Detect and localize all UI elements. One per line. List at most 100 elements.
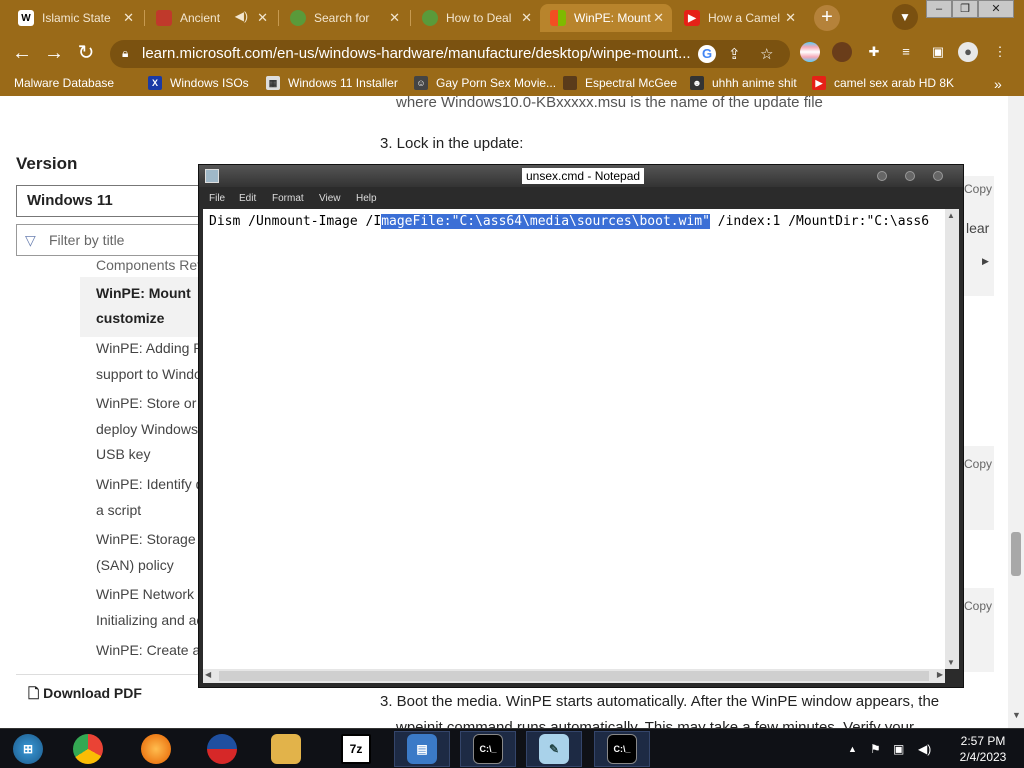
close-window-button[interactable]: ✕ xyxy=(978,0,1014,18)
speaker-icon[interactable]: ◀) xyxy=(235,9,248,23)
scroll-up-icon[interactable]: ▲ xyxy=(947,211,955,220)
scroll-down-icon[interactable]: ▼ xyxy=(1012,710,1021,720)
copy-button[interactable]: Copy xyxy=(964,457,992,471)
taskbar-notepad[interactable]: ✎ xyxy=(526,731,582,767)
toc-item[interactable]: Components Ref xyxy=(96,252,201,278)
bookmark-item[interactable]: X Windows ISOs xyxy=(148,76,249,90)
download-pdf-link[interactable]: 🗋︎ Download PDF xyxy=(16,674,216,706)
taskbar-7zip[interactable]: 7z xyxy=(328,731,384,767)
toc-item[interactable]: WinPE: Create ap xyxy=(96,637,208,663)
scroll-left-icon[interactable]: ◀ xyxy=(205,670,211,679)
close-icon[interactable]: ✕ xyxy=(257,10,268,26)
windows-orb-icon: ⊞ xyxy=(13,734,43,764)
taskbar-firefox[interactable] xyxy=(128,731,184,767)
notepad-text-area[interactable]: Dism /Unmount-Image /ImageFile:"C:\ass64… xyxy=(203,209,945,669)
bookmark-star-icon[interactable]: ☆ xyxy=(760,45,773,63)
start-button[interactable]: ⊞ xyxy=(0,731,56,767)
minimize-button[interactable] xyxy=(877,171,887,181)
tab-5-active[interactable]: WinPE: Mount ✕ xyxy=(540,4,672,32)
scroll-right-icon[interactable]: ▶ xyxy=(982,256,989,267)
page-scrollbar[interactable] xyxy=(1008,96,1024,728)
h-scroll-thumb[interactable] xyxy=(219,671,929,681)
close-icon[interactable]: ✕ xyxy=(785,10,796,26)
toc-item[interactable]: support to Windo xyxy=(96,361,202,387)
back-button[interactable]: ← xyxy=(10,41,34,65)
tray-expand-icon[interactable]: ▲ xyxy=(848,729,857,768)
horizontal-scrollbar[interactable]: ◀ ▶ xyxy=(203,669,945,683)
toc-item[interactable]: (SAN) policy xyxy=(96,552,174,578)
tab-3[interactable]: Search for ✕ xyxy=(280,4,408,32)
page-scroll-thumb[interactable] xyxy=(1011,532,1021,576)
bookmark-item[interactable]: ☺ Gay Porn Sex Movie... xyxy=(414,76,556,90)
bookmarks-bar: Malware Database X Windows ISOs ▦ Windows … xyxy=(0,72,1024,96)
taskbar-clock[interactable]: 2:57 PM 2/4/2023 xyxy=(948,733,1018,765)
side-panel-icon[interactable]: ▣ xyxy=(928,42,948,62)
menu-format[interactable]: Format xyxy=(272,193,304,204)
close-icon[interactable]: ✕ xyxy=(521,10,532,26)
close-icon[interactable]: ✕ xyxy=(389,10,400,26)
toc-item[interactable]: deploy Windows xyxy=(96,416,198,442)
toc-item-active-cont[interactable]: customize xyxy=(96,305,164,331)
taskbar-chrome[interactable] xyxy=(60,731,116,767)
tab-6[interactable]: ▶ How a Camel ✕ xyxy=(674,4,804,32)
share-icon[interactable]: ⇪ xyxy=(728,45,741,63)
bookmark-item[interactable]: Malware Database xyxy=(14,76,114,90)
extensions-puzzle-icon[interactable]: ✚ xyxy=(864,42,884,62)
close-icon[interactable]: ✕ xyxy=(123,10,134,26)
copy-button[interactable]: Copy xyxy=(964,599,992,613)
copy-button[interactable]: Copy xyxy=(964,182,992,196)
taskbar-app[interactable] xyxy=(194,731,250,767)
profile-avatar-icon[interactable]: ● xyxy=(958,42,978,62)
reading-list-icon[interactable]: ≡ xyxy=(896,42,916,62)
address-bar[interactable]: 🔒︎ learn.microsoft.com/en-us/windows-har… xyxy=(110,40,790,68)
toc-item[interactable]: USB key xyxy=(96,441,150,467)
chrome-menu-icon[interactable]: ⋮ xyxy=(990,42,1010,62)
scroll-right-icon[interactable]: ▶ xyxy=(937,670,943,679)
toc-item[interactable]: WinPE: Identify d xyxy=(96,471,203,497)
toc-item[interactable]: WinPE: Adding P xyxy=(96,335,203,361)
toc-item[interactable]: Initializing and ac xyxy=(96,607,203,633)
flag-icon[interactable]: ⚑ xyxy=(870,729,881,768)
menu-edit[interactable]: Edit xyxy=(239,193,256,204)
volume-icon[interactable]: ◀) xyxy=(918,729,931,768)
toc-item[interactable]: WinPE Network d xyxy=(96,581,206,607)
network-icon[interactable]: ▣ xyxy=(893,729,904,768)
taskbar-cmd[interactable]: C:\_ xyxy=(460,731,516,767)
restore-button[interactable]: ❐ xyxy=(952,0,978,18)
menu-file[interactable]: File xyxy=(209,193,225,204)
forward-button[interactable]: → xyxy=(42,41,66,65)
taskbar-control-panel[interactable]: ▤ xyxy=(394,731,450,767)
vertical-scrollbar[interactable]: ▲ ▼ xyxy=(945,209,959,669)
notepad-titlebar[interactable]: unsex.cmd - Notepad xyxy=(199,165,963,187)
minimize-button[interactable]: – xyxy=(926,0,952,18)
version-select[interactable]: Windows 11 xyxy=(16,185,216,217)
command-line: Dism /Unmount-Image /ImageFile:"C:\ass64… xyxy=(209,214,930,229)
menu-help[interactable]: Help xyxy=(356,193,377,204)
bookmark-item[interactable]: Espectral McGee xyxy=(563,76,677,90)
menu-view[interactable]: View xyxy=(319,193,341,204)
tab-1[interactable]: W Islamic State ✕ xyxy=(8,4,142,32)
taskbar-cmd[interactable]: C:\_ xyxy=(594,731,650,767)
reload-button[interactable]: ↻ xyxy=(74,41,98,65)
scroll-down-icon[interactable]: ▼ xyxy=(947,658,955,667)
maximize-button[interactable] xyxy=(905,171,915,181)
tab-2[interactable]: Ancient ◀) ✕ xyxy=(146,4,276,32)
toc-item[interactable]: WinPE: Storage A xyxy=(96,526,208,552)
bookmark-item[interactable]: ▦ Windows 11 Installer xyxy=(266,76,398,90)
more-bookmarks-icon[interactable]: » xyxy=(994,76,1002,92)
tab-search-button[interactable]: ▼ xyxy=(892,4,918,30)
toc-item[interactable]: WinPE: Store or s xyxy=(96,390,207,416)
close-button[interactable] xyxy=(933,171,943,181)
bookmark-item[interactable]: ▶ camel sex arab HD 8K xyxy=(812,76,954,90)
toc-item[interactable]: a script xyxy=(96,497,141,523)
bookmark-item[interactable]: ☻ uhhh anime shit xyxy=(690,76,797,90)
extension-flag-icon[interactable] xyxy=(800,42,820,62)
lock-icon[interactable]: 🔒︎ xyxy=(122,46,132,60)
close-icon[interactable]: ✕ xyxy=(653,10,664,26)
google-icon[interactable]: G xyxy=(698,45,716,63)
tab-4[interactable]: How to Deal ✕ xyxy=(412,4,540,32)
extension-avatar-icon[interactable] xyxy=(832,42,852,62)
new-tab-button[interactable]: + xyxy=(814,5,840,31)
taskbar-explorer[interactable] xyxy=(258,731,314,767)
toc-item-active[interactable]: WinPE: Mount xyxy=(96,280,191,306)
